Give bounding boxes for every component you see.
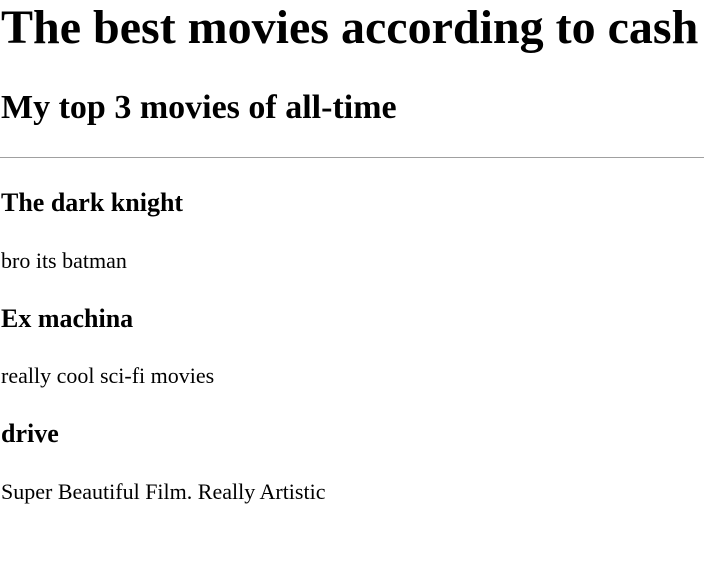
divider bbox=[0, 157, 704, 158]
movie-title: Ex machina bbox=[1, 304, 134, 333]
page-subtitle: My top 3 movies of all-time bbox=[1, 89, 397, 126]
movie-description: bro its batman bbox=[1, 248, 127, 273]
page: The best movies according to cash My top… bbox=[0, 0, 704, 577]
page-title: The best movies according to cash bbox=[1, 1, 699, 54]
movie-title: The dark knight bbox=[1, 188, 184, 217]
movie-description: Super Beautiful Film. Really Artistic bbox=[1, 479, 326, 504]
movie-title: drive bbox=[1, 419, 59, 448]
movie-description: really cool sci-fi movies bbox=[1, 363, 215, 388]
